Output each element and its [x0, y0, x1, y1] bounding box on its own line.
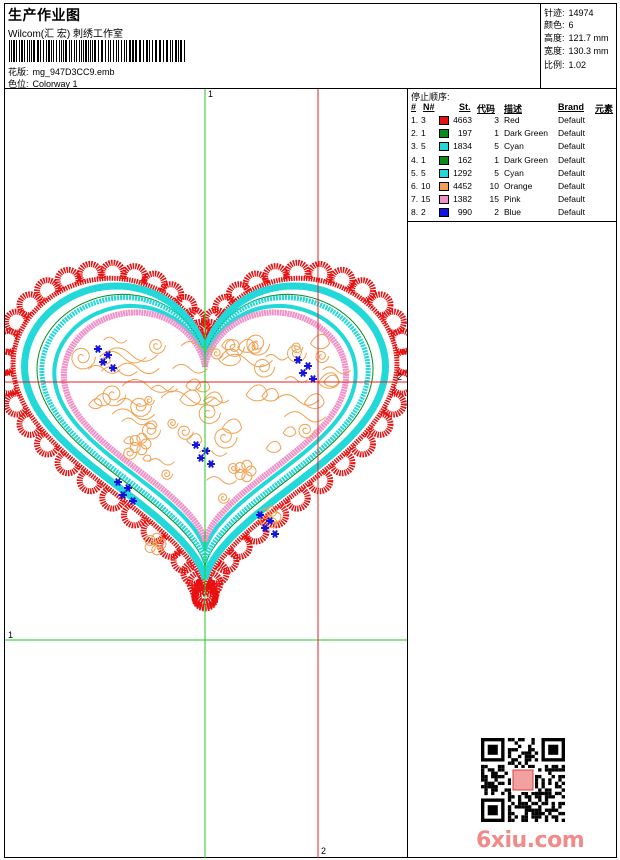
qr-code-image: [481, 738, 565, 822]
guide-label-bottom: 2: [321, 846, 327, 856]
stop-cell-stitches: 1834: [453, 141, 472, 152]
guide-label-left: 1: [8, 630, 14, 640]
stop-cell-needle: 5: [421, 141, 426, 152]
design-label: 花版:: [8, 67, 29, 77]
stop-cell-seq: 8.: [411, 207, 419, 218]
stop-cell-brand: Default: [558, 207, 585, 218]
color-swatch: [439, 129, 449, 139]
stop-cell-code: 1: [494, 154, 499, 165]
stop-cell-stitches: 197: [457, 128, 472, 139]
stop-row: 4. 1 162 1 Dark Green Default: [408, 155, 616, 168]
studio-name: Wilcom(汇 宏) 刺绣工作室: [8, 29, 123, 40]
watermark-logo: 6xiu.com: [476, 828, 585, 853]
stop-cell-brand: Default: [558, 167, 585, 178]
stop-cell-brand: Default: [558, 181, 585, 191]
stop-row: 6. 10 4452 10 Orange Default: [408, 181, 616, 194]
stop-cell-seq: 5.: [411, 167, 419, 178]
stop-cell-needle: 2: [421, 207, 426, 218]
stop-cell-desc: Dark Green: [504, 154, 548, 165]
stop-cell-desc: Blue: [504, 207, 522, 218]
stop-cell-code: 10: [489, 181, 499, 191]
col-element: 元素: [595, 104, 614, 114]
col-desc: 描述: [504, 104, 523, 114]
guide-label-top: 1: [208, 89, 214, 99]
stop-cell-stitches: 990: [457, 207, 472, 218]
design-area: 1 1 2 2: [5, 89, 407, 858]
stop-cell-seq: 7.: [411, 194, 419, 205]
header: 生产作业图 Wilcom(汇 宏) 刺绣工作室 花版: mg_947D3CC9.e…: [5, 4, 540, 89]
stop-row: 3. 5 1834 5 Cyan Default: [408, 141, 616, 154]
stop-cell-needle: 1: [421, 128, 426, 139]
stop-cell-brand: Default: [558, 115, 585, 125]
stop-cell-needle: 1: [421, 154, 426, 165]
col-brand: Brand: [558, 102, 585, 112]
stop-cell-desc: Dark Green: [504, 128, 548, 139]
stat-scale: 比例: 1.02: [544, 60, 587, 70]
stop-sequence-table: 停止顺序: # N# St. 代码 描述 Brand 元素 1. 3 4663 3 Re…: [408, 89, 616, 222]
stop-cell-seq: 1.: [411, 115, 419, 125]
stop-cell-needle: 3: [421, 115, 426, 125]
stop-row: 1. 3 4663 3 Red Default: [408, 115, 616, 128]
stop-cell-desc: Pink: [504, 194, 521, 205]
barcode-image: [9, 40, 185, 62]
stop-row: 5. 5 1292 5 Cyan Default: [408, 168, 616, 181]
col-stitches: St.: [459, 102, 471, 112]
stop-cell-needle: 15: [421, 194, 431, 205]
stop-row: 8. 2 990 2 Blue Default: [408, 207, 616, 220]
color-swatch: [439, 208, 449, 218]
stop-cell-stitches: 4452: [453, 181, 472, 191]
page-title: 生产作业图: [8, 7, 81, 23]
color-swatch: [439, 182, 449, 191]
col-seq: #: [411, 102, 417, 112]
stat-width: 宽度: 130.3 mm: [544, 46, 609, 56]
stop-cell-desc: Cyan: [504, 167, 524, 178]
stop-cell-desc: Cyan: [504, 141, 524, 152]
stop-cell-brand: Default: [558, 194, 585, 205]
stop-cell-code: 5: [494, 167, 499, 178]
color-swatch: [439, 142, 449, 152]
stop-row: 7. 15 1382 15 Pink Default: [408, 194, 616, 207]
stats-panel: 针迹: 14974 颜色: 6 高度: 121.7 mm 宽度: 130.3 mm 比例…: [540, 4, 616, 89]
embroidery-design: [5, 89, 407, 858]
stop-cell-code: 15: [489, 194, 499, 205]
stop-cell-brand: Default: [558, 141, 585, 152]
stop-cell-stitches: 162: [457, 154, 472, 165]
stop-cell-code: 2: [494, 207, 499, 218]
stop-cell-needle: 10: [421, 181, 431, 191]
stop-cell-stitches: 1382: [453, 194, 472, 205]
stop-cell-brand: Default: [558, 154, 585, 165]
stat-colors: 颜色: 6: [544, 20, 574, 30]
color-swatch: [439, 116, 449, 125]
design-name: mg_947D3CC9.emb: [32, 67, 115, 77]
col-needle: N#: [423, 102, 435, 112]
stop-cell-brand: Default: [558, 128, 585, 139]
color-swatch: [439, 168, 449, 178]
color-swatch: [439, 195, 449, 205]
stop-row: 2. 1 197 1 Dark Green Default: [408, 128, 616, 141]
stop-cell-stitches: 4663: [453, 115, 472, 125]
stop-cell-desc: Orange: [504, 181, 533, 191]
stop-cell-code: 5: [494, 141, 499, 152]
col-code: 代码: [477, 104, 496, 114]
stop-cell-code: 3: [494, 115, 499, 125]
stop-cell-seq: 6.: [411, 181, 419, 191]
stop-cell-desc: Red: [504, 115, 520, 125]
stop-cell-stitches: 1292: [453, 167, 472, 178]
stop-cell-seq: 4.: [411, 154, 419, 165]
color-swatch: [439, 155, 449, 165]
stop-cell-seq: 2.: [411, 128, 419, 139]
stat-height: 高度: 121.7 mm: [544, 33, 609, 43]
stop-cell-needle: 5: [421, 167, 426, 178]
guide-label-right: 2: [397, 372, 403, 382]
stop-cell-code: 1: [494, 128, 499, 139]
stop-cell-seq: 3.: [411, 141, 419, 152]
